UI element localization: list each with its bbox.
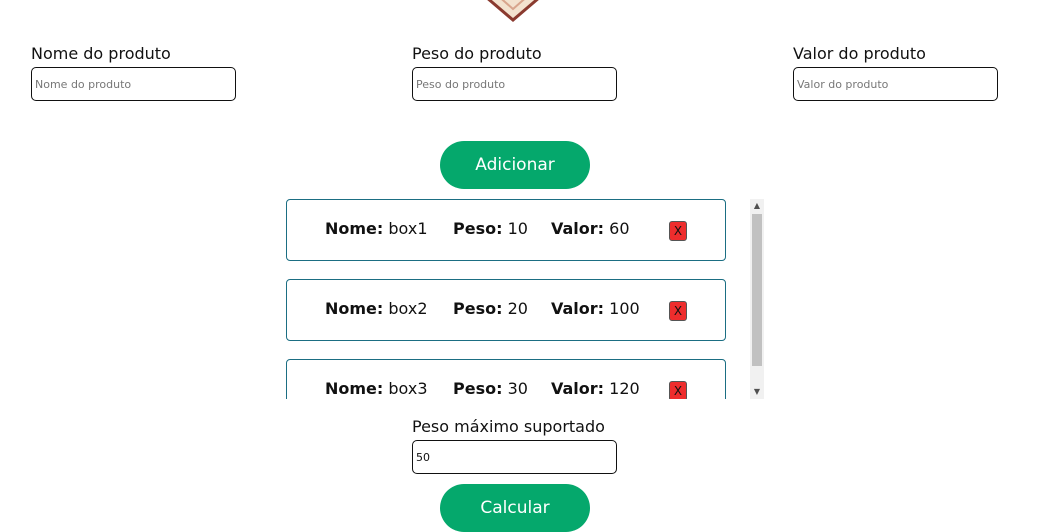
list-scrollbar[interactable]: ▲ ▼ (750, 199, 764, 399)
max-weight-input[interactable] (412, 440, 617, 474)
triangle-down-icon[interactable]: ▼ (750, 385, 764, 399)
product-list[interactable]: Nome: box1 Peso: 10 Valor: 60 X Nome: bo… (286, 199, 766, 399)
scroll-thumb[interactable] (752, 214, 762, 366)
valor-label: Valor do produto (793, 44, 926, 63)
nome-value: box3 (383, 379, 428, 398)
peso-key: Peso: (453, 379, 503, 398)
peso-key: Peso: (453, 219, 503, 238)
nome-value: box1 (383, 219, 428, 238)
peso-value: 10 (502, 219, 528, 238)
list-item: Nome: box3 Peso: 30 Valor: 120 X (286, 359, 726, 399)
peso-key: Peso: (453, 299, 503, 318)
nome-key: Nome: (325, 219, 384, 238)
valor-value: 100 (604, 299, 640, 318)
peso-value: 20 (502, 299, 528, 318)
valor-key: Valor: (551, 379, 605, 398)
peso-input[interactable] (412, 67, 617, 101)
nome-label: Nome do produto (31, 44, 171, 63)
valor-value: 60 (604, 219, 630, 238)
delete-button[interactable]: X (669, 301, 687, 321)
nome-field: Nome do produto (31, 44, 236, 101)
peso-field: Peso do produto (412, 44, 617, 101)
max-weight-field: Peso máximo suportado (412, 417, 617, 474)
add-button[interactable]: Adicionar (440, 141, 590, 189)
list-item: Nome: box2 Peso: 20 Valor: 100 X (286, 279, 726, 341)
logo (487, 0, 539, 22)
valor-key: Valor: (551, 219, 605, 238)
nome-key: Nome: (325, 299, 384, 318)
nome-value: box2 (383, 299, 428, 318)
valor-key: Valor: (551, 299, 605, 318)
valor-value: 120 (604, 379, 640, 398)
nome-key: Nome: (325, 379, 384, 398)
peso-value: 30 (502, 379, 528, 398)
delete-button[interactable]: X (669, 221, 687, 241)
nome-input[interactable] (31, 67, 236, 101)
peso-label: Peso do produto (412, 44, 542, 63)
valor-input[interactable] (793, 67, 998, 101)
delete-button[interactable]: X (669, 381, 687, 399)
max-weight-label: Peso máximo suportado (412, 417, 605, 436)
calculate-button[interactable]: Calcular (440, 484, 590, 532)
valor-field: Valor do produto (793, 44, 998, 101)
triangle-up-icon[interactable]: ▲ (750, 199, 764, 213)
list-item: Nome: box1 Peso: 10 Valor: 60 X (286, 199, 726, 261)
